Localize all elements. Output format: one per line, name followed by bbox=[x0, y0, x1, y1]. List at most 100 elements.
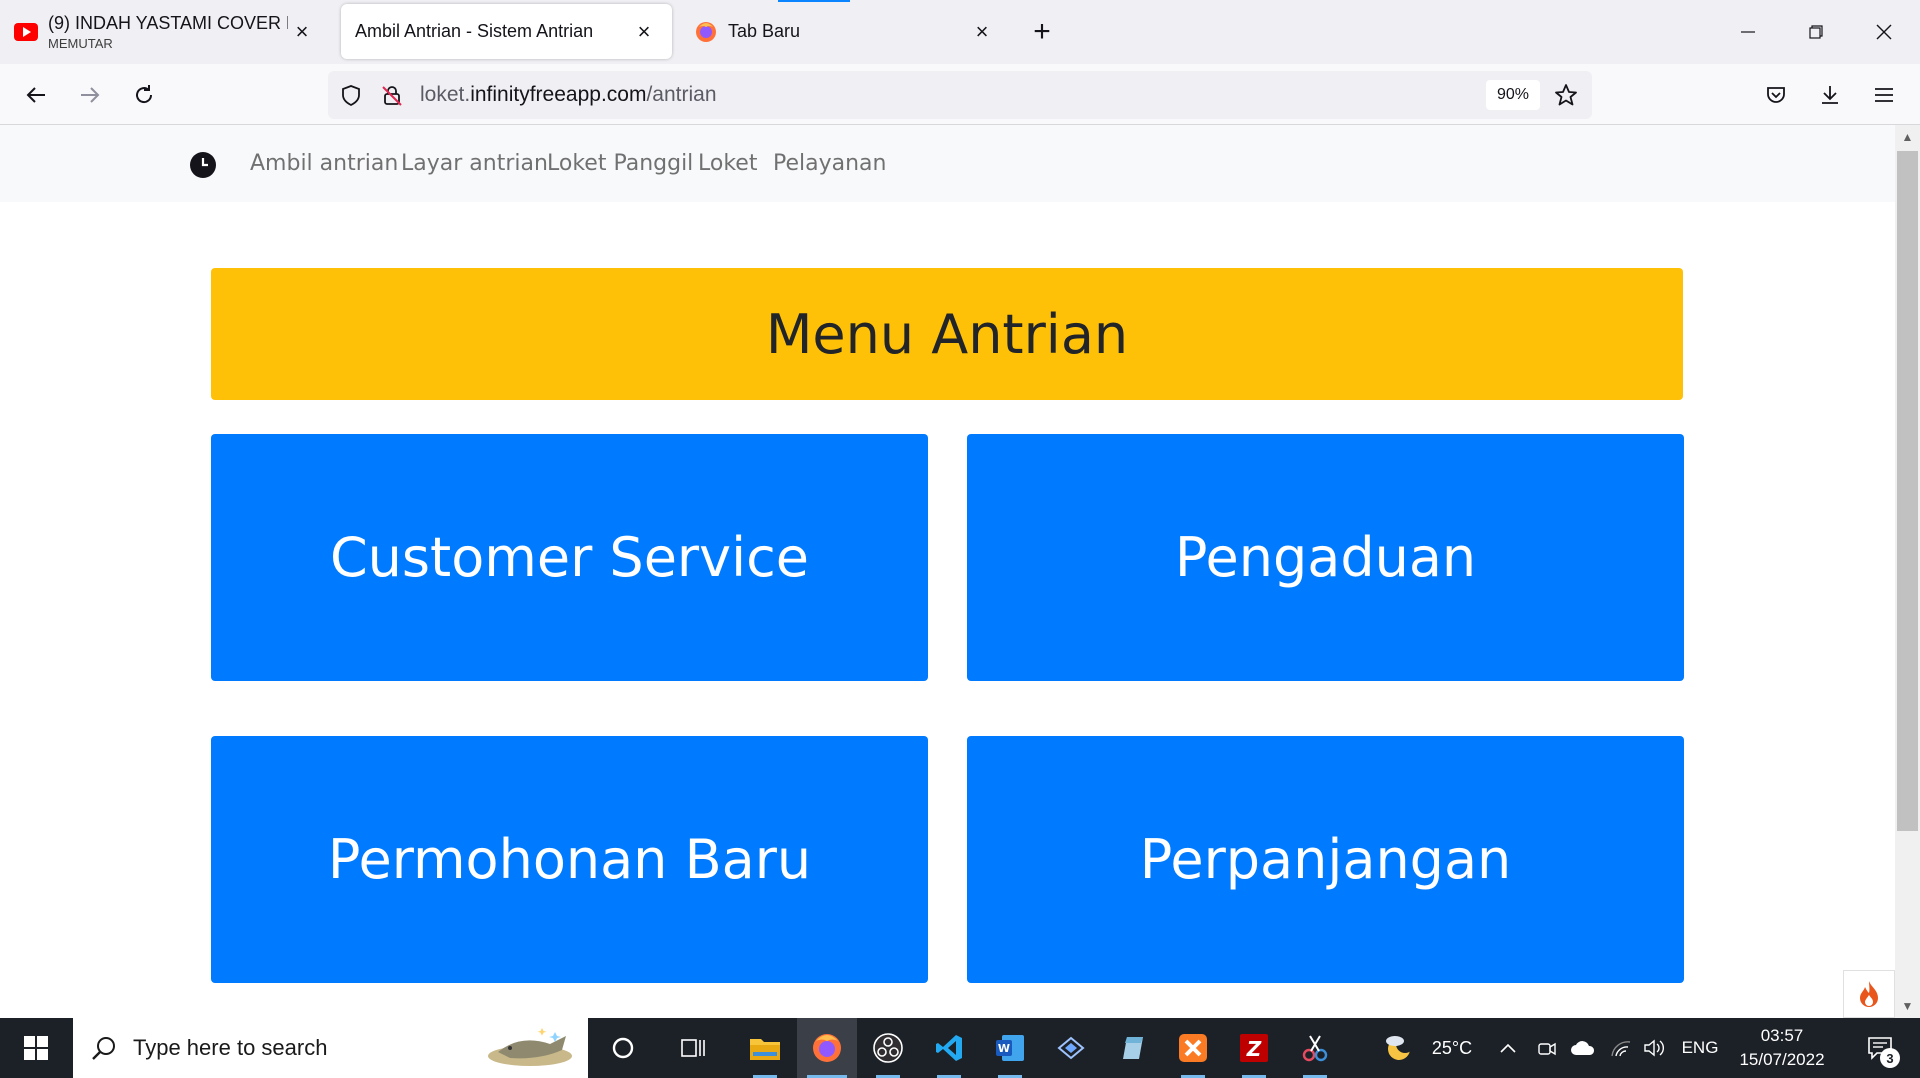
page-title: Menu Antrian bbox=[765, 302, 1129, 366]
clock-time: 03:57 bbox=[1760, 1026, 1804, 1045]
taskbar-search-box[interactable]: Type here to search bbox=[73, 1018, 588, 1078]
reload-icon bbox=[136, 85, 153, 104]
shield-icon[interactable] bbox=[339, 83, 363, 107]
page-viewport: Ambil antrian Layar antrian Loket Panggi… bbox=[0, 125, 1895, 1018]
minimize-icon bbox=[1741, 31, 1755, 33]
close-icon bbox=[1876, 24, 1892, 40]
back-button[interactable] bbox=[17, 76, 55, 114]
firefox-icon bbox=[694, 20, 718, 44]
vscode-icon[interactable] bbox=[919, 1018, 979, 1078]
forward-button[interactable] bbox=[71, 76, 109, 114]
filezilla-icon[interactable]: Z bbox=[1224, 1018, 1284, 1078]
nav-link-loket-panggil[interactable]: Loket Panggil bbox=[547, 151, 693, 176]
tab-new-tab[interactable]: Tab Baru × bbox=[680, 4, 1010, 59]
arrow-left-icon bbox=[26, 87, 45, 103]
tab-new-titles: Tab Baru bbox=[728, 21, 968, 42]
youtube-icon bbox=[14, 20, 38, 44]
pocket-icon bbox=[1767, 87, 1785, 103]
windows-taskbar: Type here to search W Z 25°C ENG 03:57 1… bbox=[0, 1018, 1920, 1078]
hamburger-menu-icon bbox=[1875, 88, 1893, 102]
tab-title: Tab Baru bbox=[728, 21, 801, 41]
menu-button[interactable] bbox=[1865, 76, 1903, 114]
onedrive-cloud-icon[interactable] bbox=[1568, 1018, 1598, 1078]
tab-strip: (9) INDAH YASTAMI COVER FUL MEMUTAR × Am… bbox=[0, 0, 1920, 64]
floating-flame-button[interactable] bbox=[1843, 970, 1895, 1018]
chevron-up-icon[interactable] bbox=[1495, 1018, 1521, 1078]
tab-title: Ambil Antrian - Sistem Antrian bbox=[355, 21, 594, 41]
scrollbar-thumb[interactable] bbox=[1897, 151, 1918, 831]
tab-active-titles: Ambil Antrian - Sistem Antrian bbox=[355, 21, 630, 42]
xampp-icon[interactable] bbox=[1163, 1018, 1223, 1078]
task-view-icon[interactable] bbox=[665, 1018, 725, 1078]
arrow-right-icon bbox=[81, 87, 100, 103]
url-path: /antrian bbox=[646, 83, 717, 106]
url-subdomain: loket. bbox=[420, 83, 471, 106]
download-icon bbox=[1822, 86, 1838, 104]
tab-title: (9) INDAH YASTAMI COVER FUL bbox=[48, 12, 288, 33]
zoom-indicator[interactable]: 90% bbox=[1486, 80, 1540, 110]
minimize-button[interactable] bbox=[1714, 0, 1782, 64]
service-button-pengaduan[interactable]: Pengaduan bbox=[967, 434, 1684, 681]
nav-link-layar-antrian[interactable]: Layar antrian bbox=[401, 151, 548, 176]
search-placeholder: Type here to search bbox=[133, 1035, 328, 1060]
firefox-taskbar-icon[interactable] bbox=[797, 1018, 857, 1078]
obs-icon[interactable] bbox=[858, 1018, 918, 1078]
windows-logo-icon bbox=[24, 1036, 48, 1060]
downloads-button[interactable] bbox=[1811, 76, 1849, 114]
tab-subtitle: MEMUTAR bbox=[48, 35, 113, 51]
file-explorer-icon[interactable] bbox=[735, 1018, 795, 1078]
nav-link-loket[interactable]: Loket bbox=[698, 151, 757, 176]
network-tool-icon[interactable] bbox=[1041, 1018, 1101, 1078]
svg-text:Z: Z bbox=[1246, 1037, 1262, 1061]
nav-link-ambil-antrian[interactable]: Ambil antrian bbox=[250, 151, 398, 176]
snipping-icon[interactable] bbox=[1285, 1018, 1345, 1078]
reload-button[interactable] bbox=[125, 76, 163, 114]
volume-icon[interactable] bbox=[1640, 1018, 1670, 1078]
restore-icon bbox=[1809, 25, 1823, 39]
clock-icon[interactable] bbox=[189, 151, 217, 179]
browser-toolbar: loket.infinityfreeapp.com/antrian 90% bbox=[0, 64, 1920, 125]
notification-center-button[interactable]: 3 bbox=[1852, 1018, 1908, 1078]
flame-icon bbox=[1860, 981, 1878, 1007]
vertical-scrollbar[interactable]: ▲ ▼ bbox=[1895, 125, 1920, 1018]
taskbar-clock[interactable]: 03:57 15/07/2022 bbox=[1728, 1024, 1836, 1072]
close-icon[interactable]: × bbox=[630, 18, 658, 46]
scroll-down-icon[interactable]: ▼ bbox=[1895, 994, 1920, 1018]
language-indicator[interactable]: ENG bbox=[1680, 1018, 1720, 1078]
close-icon[interactable]: × bbox=[288, 18, 316, 46]
service-button-customer-service[interactable]: Customer Service bbox=[211, 434, 928, 681]
tab-youtube[interactable]: (9) INDAH YASTAMI COVER FUL MEMUTAR × bbox=[0, 4, 330, 59]
clock-date: 15/07/2022 bbox=[1739, 1050, 1825, 1069]
bookmark-star-icon[interactable] bbox=[1554, 83, 1578, 107]
address-bar[interactable]: loket.infinityfreeapp.com/antrian 90% bbox=[328, 71, 1592, 119]
search-highlight-illustration bbox=[480, 1026, 580, 1070]
start-button[interactable] bbox=[0, 1018, 72, 1078]
url-text[interactable]: loket.infinityfreeapp.com/antrian bbox=[420, 83, 717, 107]
notification-badge: 3 bbox=[1880, 1048, 1900, 1068]
service-button-permohonan-baru[interactable]: Permohonan Baru bbox=[211, 736, 928, 983]
insecure-lock-icon[interactable] bbox=[380, 83, 404, 107]
nav-link-pelayanan[interactable]: Pelayanan bbox=[773, 151, 886, 176]
site-navbar: Ambil antrian Layar antrian Loket Panggi… bbox=[0, 125, 1895, 202]
restore-button[interactable] bbox=[1782, 0, 1850, 64]
word-icon[interactable]: W bbox=[980, 1018, 1040, 1078]
scroll-up-icon[interactable]: ▲ bbox=[1895, 125, 1920, 149]
weather-moon-icon[interactable] bbox=[1378, 1018, 1422, 1078]
service-button-perpanjangan[interactable]: Perpanjangan bbox=[967, 736, 1684, 983]
pocket-button[interactable] bbox=[1757, 76, 1795, 114]
cortana-icon[interactable] bbox=[593, 1018, 653, 1078]
tab-ambil-antrian[interactable]: Ambil Antrian - Sistem Antrian × bbox=[341, 4, 672, 59]
menu-header: Menu Antrian bbox=[211, 268, 1683, 400]
wifi-icon[interactable] bbox=[1606, 1018, 1636, 1078]
svg-text:W: W bbox=[998, 1042, 1010, 1055]
notepad-icon[interactable] bbox=[1102, 1018, 1162, 1078]
tab-youtube-titles: (9) INDAH YASTAMI COVER FUL MEMUTAR bbox=[48, 13, 288, 51]
close-icon[interactable]: × bbox=[968, 18, 996, 46]
search-icon bbox=[89, 1033, 119, 1063]
weather-temperature[interactable]: 25°C bbox=[1424, 1018, 1480, 1078]
meet-now-icon[interactable] bbox=[1534, 1018, 1560, 1078]
tab-loading-indicator bbox=[778, 0, 850, 2]
close-window-button[interactable] bbox=[1850, 0, 1918, 64]
url-host: infinityfreeapp.com bbox=[470, 83, 647, 106]
new-tab-button[interactable]: + bbox=[1024, 14, 1060, 50]
